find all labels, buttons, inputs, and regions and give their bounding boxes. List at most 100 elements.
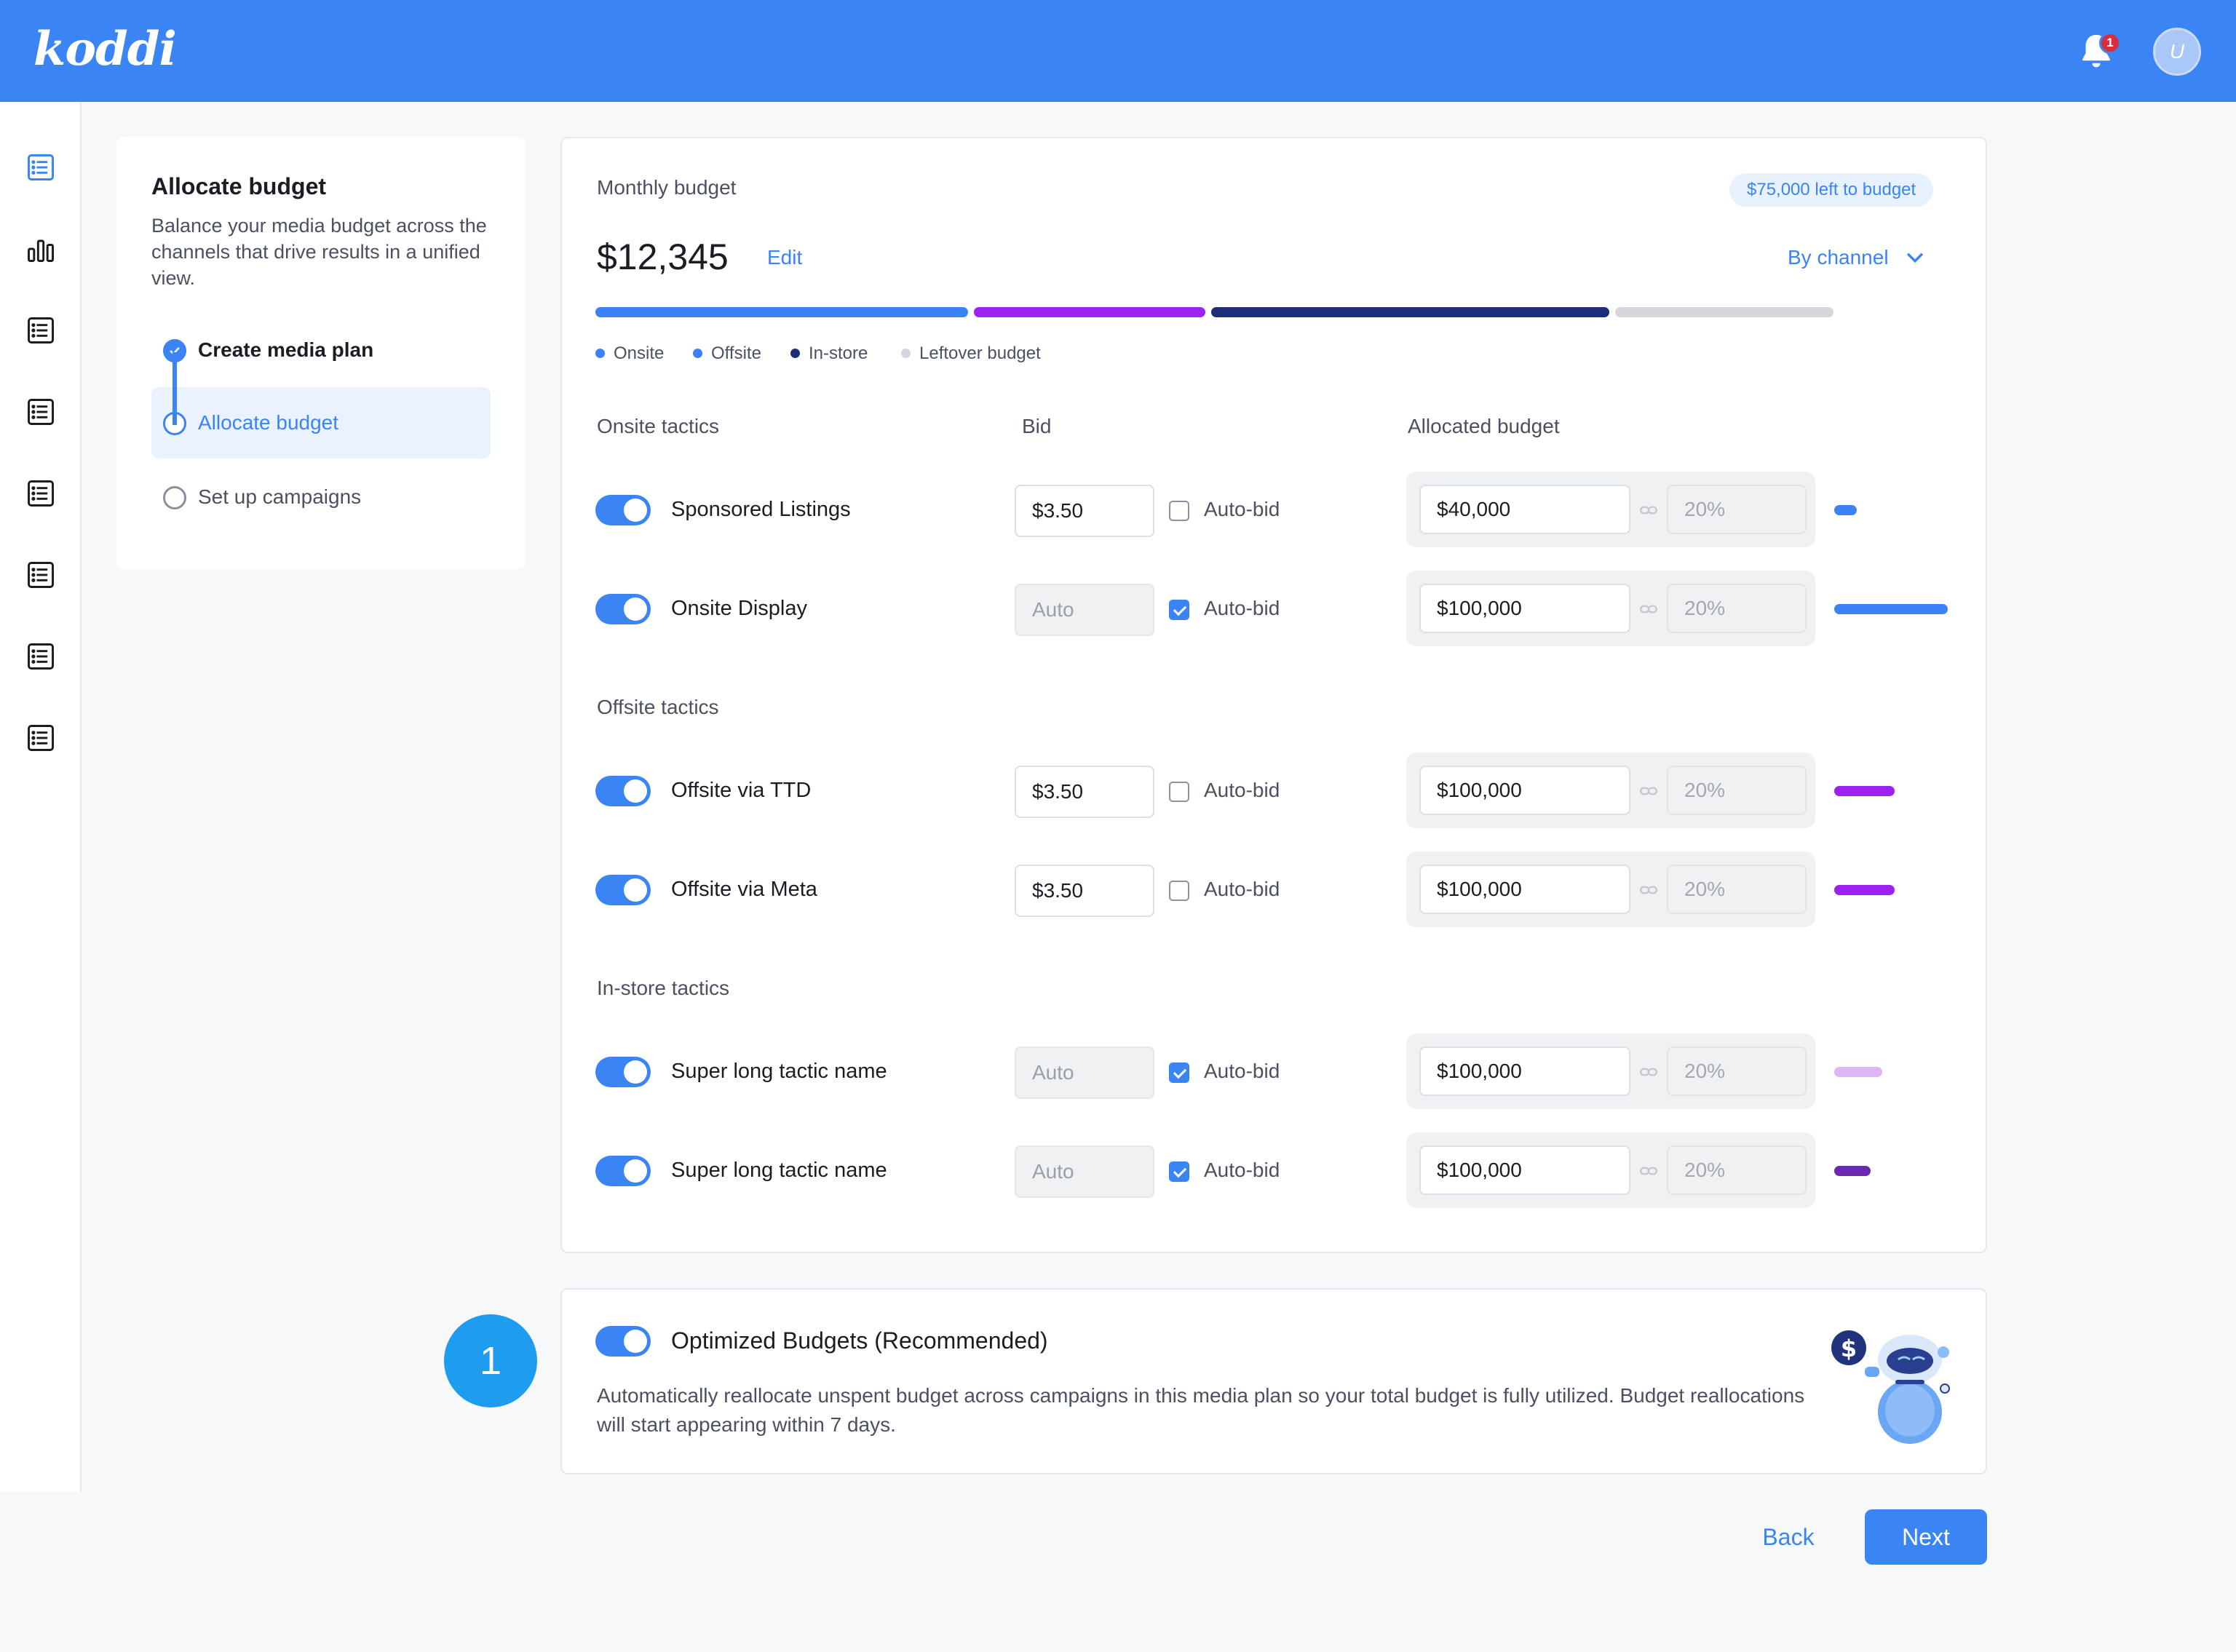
auto-bid-label: Auto-bid bbox=[1204, 1159, 1280, 1181]
legend-onsite: Onsite bbox=[595, 343, 664, 364]
auto-bid-label: Auto-bid bbox=[1204, 878, 1280, 900]
list-icon[interactable] bbox=[25, 396, 57, 428]
auto-bid-label: Auto-bid bbox=[1204, 779, 1280, 801]
top-bar: koddi 1 U bbox=[0, 0, 2236, 102]
tactic-row: Sponsored Listings $3.50 Auto-bid $40,00… bbox=[562, 472, 1989, 550]
auto-bid-label: Auto-bid bbox=[1204, 498, 1280, 520]
allocated-budget-input[interactable]: $100,000 bbox=[1419, 1047, 1630, 1096]
link-icon[interactable] bbox=[1639, 1063, 1658, 1081]
list-icon[interactable] bbox=[25, 722, 57, 754]
auto-bid-checkbox[interactable] bbox=[1169, 1063, 1189, 1083]
tactic-toggle[interactable] bbox=[595, 1057, 651, 1087]
tactic-name: Offsite via TTD bbox=[671, 779, 812, 802]
next-button[interactable]: Next bbox=[1865, 1509, 1987, 1565]
view-select[interactable]: By channel bbox=[1788, 246, 1889, 269]
percent-input[interactable]: 20% bbox=[1667, 485, 1807, 534]
link-icon[interactable] bbox=[1639, 1161, 1658, 1180]
allocated-budget-input[interactable]: $40,000 bbox=[1419, 485, 1630, 534]
optimized-budgets-card: Optimized Budgets (Recommended) Automati… bbox=[560, 1288, 1987, 1474]
percent-input[interactable]: 20% bbox=[1667, 584, 1807, 633]
allocation-bar bbox=[1834, 885, 1895, 895]
allocation-group: $100,000 20% bbox=[1406, 752, 1815, 828]
optimized-budgets-title: Optimized Budgets (Recommended) bbox=[671, 1327, 1048, 1354]
step-set-up-campaigns[interactable]: Set up campaigns bbox=[151, 461, 491, 533]
percent-input[interactable]: 20% bbox=[1667, 1145, 1807, 1195]
robot-illustration-icon: $ bbox=[1831, 1330, 1950, 1444]
column-header-allocated: Allocated budget bbox=[1408, 415, 1560, 437]
legend-leftover: Leftover budget bbox=[901, 343, 1041, 364]
column-header-tactics: Onsite tactics bbox=[597, 415, 720, 437]
link-icon[interactable] bbox=[1639, 501, 1658, 520]
auto-bid-checkbox[interactable] bbox=[1169, 782, 1189, 802]
step-label: Allocate budget bbox=[198, 411, 339, 434]
svg-text:$: $ bbox=[1841, 1335, 1857, 1362]
allocated-budget-input[interactable]: $100,000 bbox=[1419, 766, 1630, 815]
bid-input[interactable]: Auto bbox=[1015, 584, 1154, 636]
left-rail bbox=[0, 102, 82, 1492]
back-button[interactable]: Back bbox=[1741, 1509, 1836, 1565]
list-icon[interactable] bbox=[25, 640, 57, 672]
tactic-toggle[interactable] bbox=[595, 875, 651, 905]
chevron-down-icon[interactable] bbox=[1903, 245, 1927, 269]
link-icon[interactable] bbox=[1639, 782, 1658, 801]
auto-bid-checkbox[interactable] bbox=[1169, 881, 1189, 901]
tactic-toggle[interactable] bbox=[595, 594, 651, 624]
allocation-group: $100,000 20% bbox=[1406, 571, 1815, 646]
percent-input[interactable]: 20% bbox=[1667, 1047, 1807, 1096]
step-allocate-budget[interactable]: Allocate budget bbox=[151, 387, 491, 458]
step-create-media-plan[interactable]: Create media plan bbox=[151, 314, 491, 386]
column-header-bid: Bid bbox=[1022, 415, 1052, 437]
allocated-budget-input[interactable]: $100,000 bbox=[1419, 865, 1630, 914]
budget-card: Monthly budget $75,000 left to budget $1… bbox=[560, 137, 1987, 1253]
link-icon[interactable] bbox=[1639, 600, 1658, 619]
allocated-budget-input[interactable]: $100,000 bbox=[1419, 584, 1630, 633]
bar-chart-icon[interactable] bbox=[25, 233, 57, 265]
notification-badge: 1 bbox=[2099, 32, 2121, 54]
budget-left-pill: $75,000 left to budget bbox=[1729, 173, 1934, 207]
tactic-name: Offsite via Meta bbox=[671, 878, 817, 901]
auto-bid-checkbox[interactable] bbox=[1169, 600, 1189, 620]
auto-bid-checkbox[interactable] bbox=[1169, 501, 1189, 521]
list-icon[interactable] bbox=[25, 314, 57, 346]
allocation-bar bbox=[1834, 604, 1948, 614]
allocation-bar bbox=[1834, 1166, 1871, 1176]
allocation-bar bbox=[1834, 505, 1857, 515]
tactic-row: Onsite Display Auto Auto-bid $100,000 20… bbox=[562, 571, 1989, 649]
allocation-group: $100,000 20% bbox=[1406, 1033, 1815, 1109]
tactic-row: Offsite via Meta $3.50 Auto-bid $100,000… bbox=[562, 851, 1989, 930]
allocated-budget-input[interactable]: $100,000 bbox=[1419, 1145, 1630, 1195]
list-icon[interactable] bbox=[25, 477, 57, 509]
optimized-budgets-toggle[interactable] bbox=[595, 1326, 651, 1357]
auto-bid-label: Auto-bid bbox=[1204, 597, 1280, 619]
percent-input[interactable]: 20% bbox=[1667, 766, 1807, 815]
allocation-group: $40,000 20% bbox=[1406, 472, 1815, 547]
monthly-budget-amount: $12,345 bbox=[597, 237, 729, 277]
edit-budget-link[interactable]: Edit bbox=[767, 246, 802, 269]
budget-segment-instore bbox=[1211, 307, 1609, 317]
budget-segment-offsite bbox=[974, 307, 1205, 317]
tactic-toggle[interactable] bbox=[595, 776, 651, 806]
allocation-group: $100,000 20% bbox=[1406, 1132, 1815, 1208]
bid-input[interactable]: Auto bbox=[1015, 1145, 1154, 1198]
auto-bid-checkbox[interactable] bbox=[1169, 1161, 1189, 1182]
koddi-logo[interactable]: koddi bbox=[33, 22, 177, 76]
tactic-name: Sponsored Listings bbox=[671, 498, 851, 521]
step-connector bbox=[173, 352, 177, 425]
legend-instore: In-store bbox=[790, 343, 868, 364]
list-icon[interactable] bbox=[25, 559, 57, 591]
bid-input[interactable]: $3.50 bbox=[1015, 485, 1154, 537]
avatar[interactable]: U bbox=[2153, 28, 2201, 76]
link-icon[interactable] bbox=[1639, 881, 1658, 900]
tactic-toggle[interactable] bbox=[595, 495, 651, 525]
bid-input[interactable]: Auto bbox=[1015, 1047, 1154, 1099]
bid-input[interactable]: $3.50 bbox=[1015, 766, 1154, 818]
tactic-toggle[interactable] bbox=[595, 1156, 651, 1186]
tactic-row: Super long tactic name Auto Auto-bid $10… bbox=[562, 1033, 1989, 1112]
percent-input[interactable]: 20% bbox=[1667, 865, 1807, 914]
tactic-name: Super long tactic name bbox=[671, 1060, 887, 1083]
steps-description: Balance your media budget across the cha… bbox=[151, 215, 487, 289]
section-title-instore: In-store tactics bbox=[597, 977, 730, 999]
list-icon[interactable] bbox=[25, 151, 57, 183]
bid-input[interactable]: $3.50 bbox=[1015, 865, 1154, 917]
step-label: Create media plan bbox=[198, 338, 374, 361]
